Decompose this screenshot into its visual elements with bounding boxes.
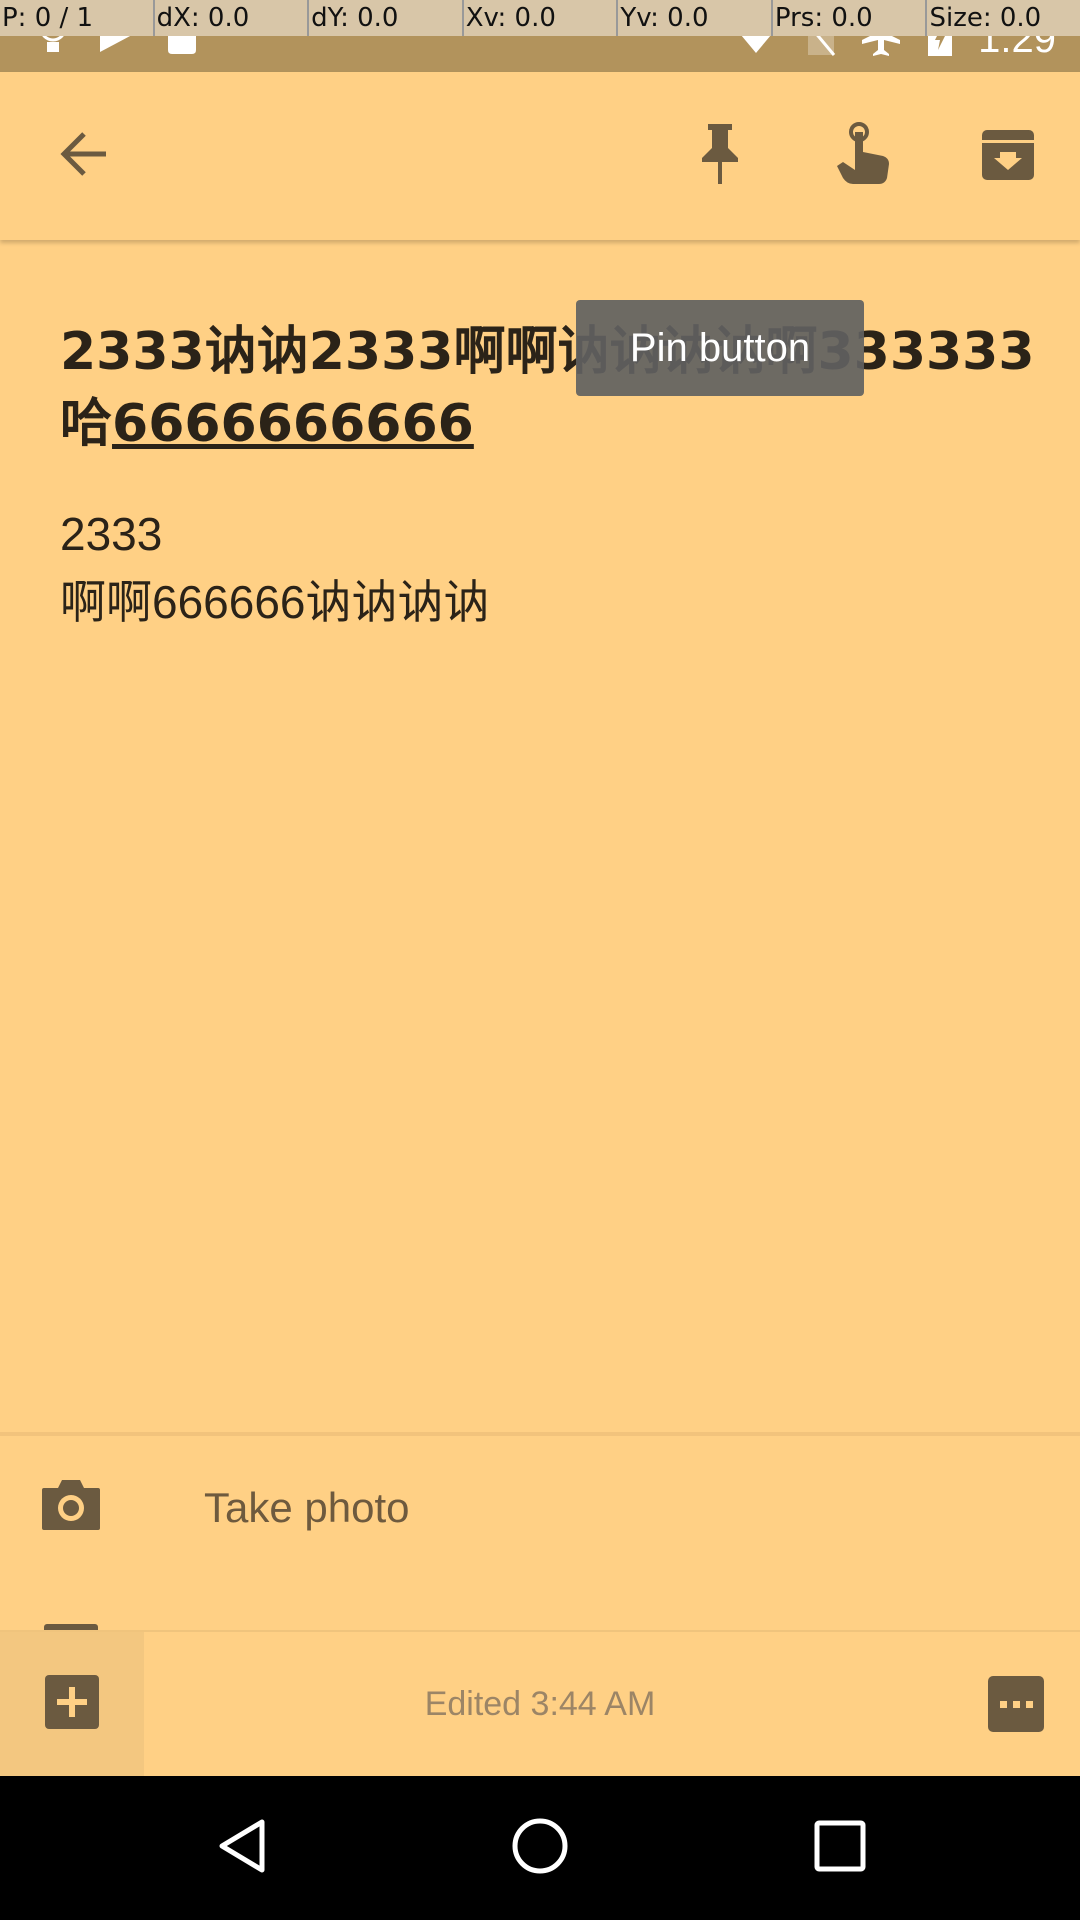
nav-back-icon xyxy=(212,1816,272,1880)
reminder-button[interactable] xyxy=(818,112,906,200)
debug-pressure: Prs: 0.0 xyxy=(773,0,928,36)
archive-button[interactable] xyxy=(964,112,1052,200)
nav-home-button[interactable] xyxy=(500,1808,580,1888)
debug-dx: dX: 0.0 xyxy=(155,0,310,36)
more-horiz-icon xyxy=(999,1700,1007,1708)
pin-button[interactable] xyxy=(676,112,764,200)
nav-home-icon xyxy=(510,1816,570,1880)
pointer-debug-bar: P: 0 / 1 dX: 0.0 dY: 0.0 Xv: 0.0 Yv: 0.0… xyxy=(0,0,1080,36)
nav-back-button[interactable] xyxy=(202,1808,282,1888)
debug-size: Size: 0.0 xyxy=(929,3,1042,33)
edited-timestamp: Edited 3:44 AM xyxy=(424,1685,656,1723)
take-photo-label: Take photo xyxy=(204,1484,410,1531)
nav-recents-button[interactable] xyxy=(800,1808,880,1888)
debug-xv: Xv: 0.0 xyxy=(464,0,619,36)
debug-dy: dY: 0.0 xyxy=(309,0,464,36)
add-box-icon xyxy=(45,1675,99,1733)
add-button[interactable] xyxy=(0,1632,144,1776)
take-photo-menu-item[interactable]: Take photo xyxy=(0,1440,1080,1580)
pin-button-tooltip: Pin button xyxy=(576,300,864,396)
archive-icon xyxy=(980,126,1036,186)
note-toolbar xyxy=(0,72,1080,240)
note-title-linked-text: 6666666666 xyxy=(112,394,474,454)
note-title[interactable]: 2333讷讷2333啊啊讷讷讷讷啊333333哈6666666666 xyxy=(60,316,1040,460)
more-options-button[interactable] xyxy=(988,1676,1044,1732)
debug-yv: Yv: 0.0 xyxy=(618,0,773,36)
note-body[interactable]: 2333 啊啊666666讷讷讷讷 xyxy=(60,500,1020,636)
nav-recents-icon xyxy=(812,1818,868,1878)
menu-divider xyxy=(0,1432,1080,1436)
arrow-back-icon xyxy=(58,130,110,182)
pin-icon xyxy=(696,122,744,190)
system-navigation-bar xyxy=(0,1776,1080,1920)
camera-icon xyxy=(40,1476,102,1536)
debug-pointer-count: P: 0 / 1 xyxy=(0,0,155,36)
bottom-bar: Edited 3:44 AM xyxy=(0,1630,1080,1776)
reminder-finger-icon xyxy=(833,122,891,190)
back-button[interactable] xyxy=(40,112,128,200)
